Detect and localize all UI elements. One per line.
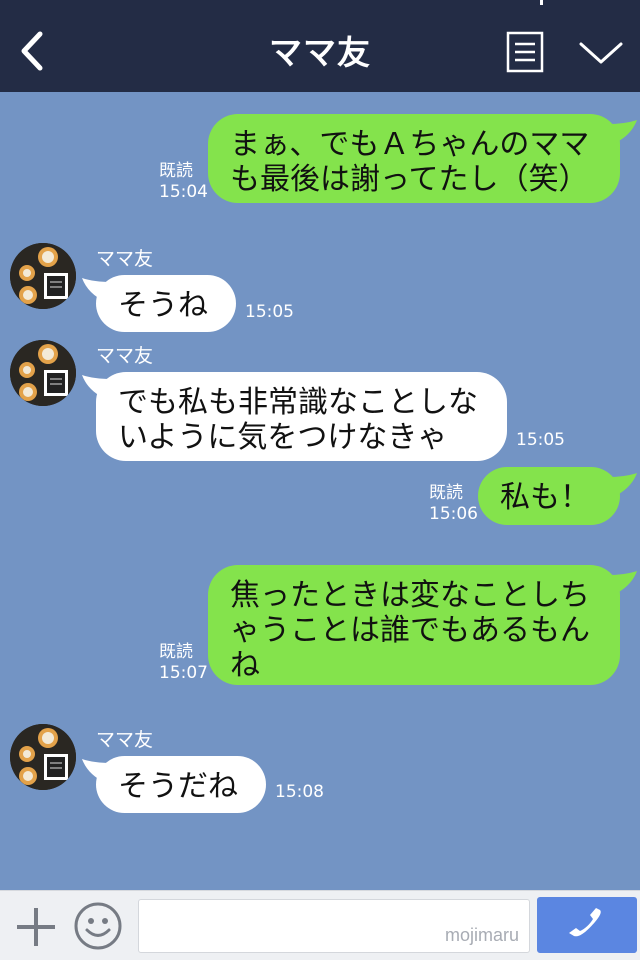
message-time: 15:07 [159, 663, 208, 683]
bubble-tail [607, 571, 637, 595]
sender-name: ママ友 [96, 248, 154, 270]
avatar[interactable] [10, 243, 76, 309]
message-input[interactable]: mojimaru [138, 899, 530, 953]
read-receipt: 既読 [159, 161, 193, 181]
emoji-button[interactable] [73, 901, 123, 951]
sender-name: ママ友 [96, 345, 154, 367]
message-meta: 既読 15:06 [429, 483, 478, 525]
call-button[interactable] [537, 897, 637, 953]
message-text: そうね [118, 288, 208, 323]
received-message-bubble[interactable]: そうだね [96, 756, 266, 813]
menu-button[interactable] [506, 31, 544, 73]
message-time: 15:04 [159, 182, 208, 202]
smiley-icon [74, 902, 122, 950]
sent-message-bubble[interactable]: まぁ、でもＡちゃんのママ も最後は謝ってたし（笑） [208, 114, 620, 203]
read-receipt: 既読 [429, 483, 463, 503]
chat-area[interactable]: 既読 15:04 まぁ、でもＡちゃんのママ も最後は謝ってたし（笑） ママ友 そ… [0, 92, 640, 890]
avatar-image [10, 340, 76, 406]
received-message-bubble[interactable]: でも私も非常識なことしな いように気をつけなきゃ [96, 372, 507, 461]
read-receipt: 既読 [159, 642, 193, 662]
avatar[interactable] [10, 724, 76, 790]
message-time: 15:08 [275, 782, 324, 802]
phone-icon [569, 908, 601, 937]
message-time: 15:05 [245, 302, 294, 322]
message-meta: 既読 15:04 [159, 161, 208, 203]
message-meta: 既読 15:07 [159, 642, 208, 684]
plus-icon [17, 908, 55, 946]
avatar-image [10, 724, 76, 790]
message-time: 15:06 [429, 504, 478, 524]
list-icon [506, 31, 544, 73]
message-text: 私も！ [500, 480, 590, 515]
message-text: そうだね [118, 769, 238, 804]
sent-message-bubble[interactable]: 焦ったときは変なことしち ゃうことは誰でもあるもん ね [208, 565, 620, 685]
watermark: mojimaru [444, 925, 519, 945]
bubble-tail [607, 473, 637, 497]
add-button[interactable] [14, 905, 58, 949]
sender-name: ママ友 [96, 729, 154, 751]
sent-message-bubble[interactable]: 私も！ [478, 467, 620, 525]
message-text: でも私も非常識なことしな いように気をつけなきゃ [118, 385, 478, 455]
message-time: 15:05 [516, 430, 565, 450]
chat-title: ママ友 [269, 33, 371, 72]
chat-header: ママ友 [0, 0, 640, 92]
message-text: まぁ、でもＡちゃんのママ も最後は謝ってたし（笑） [230, 127, 590, 197]
message-input-bar: mojimaru [0, 890, 640, 960]
received-message-bubble[interactable]: そうね [96, 275, 236, 332]
status-notch [540, 0, 543, 5]
avatar[interactable] [10, 340, 76, 406]
collapse-button[interactable] [578, 36, 624, 68]
avatar-image [10, 243, 76, 309]
message-text: 焦ったときは変なことしち ゃうことは誰でもあるもん ね [230, 578, 590, 683]
chevron-down-icon [579, 42, 623, 64]
bubble-tail [607, 120, 637, 144]
